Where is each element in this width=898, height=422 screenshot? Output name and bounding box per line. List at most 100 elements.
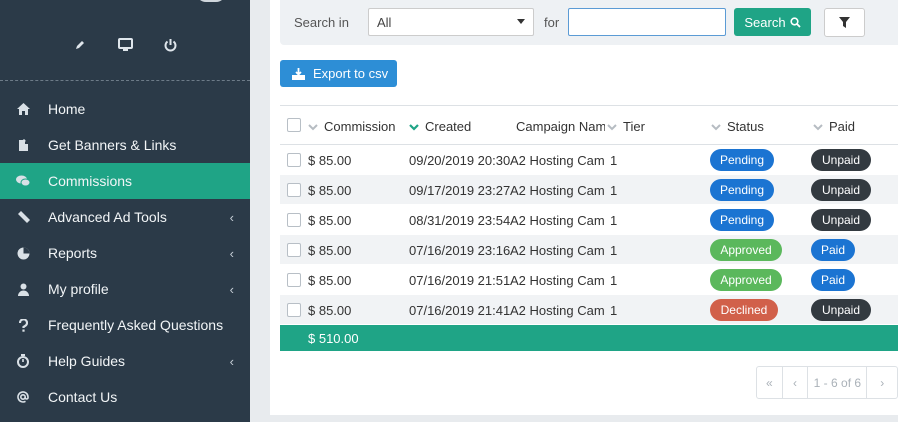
cell-created: 09/20/2019 20:30 xyxy=(409,153,511,168)
status-badge: Declined xyxy=(710,299,778,321)
for-label: for xyxy=(544,15,560,30)
row-checkbox[interactable] xyxy=(287,183,301,197)
status-badge: Approved xyxy=(710,269,782,291)
table-row: $ 85.00 08/31/2019 23:54A2 Hosting Campai… xyxy=(280,205,898,235)
search-input[interactable] xyxy=(568,8,726,36)
status-badge: Approved xyxy=(710,239,782,261)
pager-next-button[interactable]: › xyxy=(867,367,897,398)
sort-icon xyxy=(813,123,823,130)
pager-range: 1 - 6 of 6 xyxy=(808,367,868,398)
pager-first-button[interactable]: « xyxy=(757,367,783,398)
cell-commission: $ 85.00 xyxy=(308,213,352,228)
cell-tier: 1 xyxy=(610,153,618,168)
select-all-checkbox[interactable] xyxy=(287,118,301,132)
cell-campaign: A2 Hosting Campaign xyxy=(510,213,604,228)
chevron-down-icon xyxy=(517,19,525,24)
row-checkbox[interactable] xyxy=(287,243,301,257)
sidebar-item-my-profile[interactable]: My profile ‹ xyxy=(0,271,250,307)
sidebar-divider xyxy=(0,80,250,81)
cell-campaign: A2 Hosting Campaign xyxy=(510,303,604,318)
sidebar-item-commissions[interactable]: Commissions xyxy=(0,163,250,199)
cell-campaign: A2 Hosting Campaign xyxy=(510,153,604,168)
cell-created: 09/17/2019 23:27 xyxy=(409,183,511,198)
table-header: Commission Created Campaign Name Tier St… xyxy=(280,105,898,145)
header-campaign[interactable]: Campaign Name xyxy=(510,119,610,134)
at-icon xyxy=(16,390,30,404)
sidebar-item-get-banners-links[interactable]: Get Banners & Links xyxy=(0,127,250,163)
sidebar-item-label: Frequently Asked Questions xyxy=(48,317,224,333)
puzzle-icon xyxy=(16,138,30,152)
table-row: $ 85.00 09/17/2019 23:27A2 Hosting Campai… xyxy=(280,175,898,205)
sidebar-item-label: Home xyxy=(48,101,86,117)
cell-commission: $ 85.00 xyxy=(308,303,352,318)
chevron-left-icon: ‹ xyxy=(229,209,234,225)
header-created[interactable]: Created xyxy=(409,119,471,134)
cell-commission: $ 85.00 xyxy=(308,243,352,258)
total-commission: $ 510.00 xyxy=(308,331,359,346)
tools-icon xyxy=(16,210,30,224)
header-commission[interactable]: Commission xyxy=(308,119,396,134)
export-csv-label: Export to csv xyxy=(313,66,389,81)
search-icon xyxy=(789,16,801,28)
status-badge: Pending xyxy=(710,149,774,171)
chevron-left-icon: ‹ xyxy=(229,281,234,297)
sidebar-item-contact-us[interactable]: Contact Us xyxy=(0,379,250,415)
cell-tier: 1 xyxy=(610,273,618,288)
sidebar-top-icons xyxy=(0,36,250,56)
sort-icon xyxy=(711,123,721,130)
stopwatch-icon xyxy=(16,354,30,368)
download-icon xyxy=(292,67,305,80)
paid-badge: Unpaid xyxy=(811,299,871,321)
row-checkbox[interactable] xyxy=(287,213,301,227)
paid-badge: Paid xyxy=(811,269,855,291)
commissions-table: Commission Created Campaign Name Tier St… xyxy=(280,105,898,351)
status-badge: Pending xyxy=(710,209,774,231)
cell-commission: $ 85.00 xyxy=(308,153,352,168)
logo-fragment xyxy=(196,0,226,2)
sidebar: Home Get Banners & Links Commissions Advanc… xyxy=(0,0,250,422)
power-icon[interactable] xyxy=(160,36,180,54)
cell-campaign: A2 Hosting Campaign xyxy=(510,273,604,288)
search-button[interactable]: Search xyxy=(734,8,811,36)
monitor-icon[interactable] xyxy=(115,36,135,54)
sidebar-item-help-guides[interactable]: Help Guides ‹ xyxy=(0,343,250,379)
select-value: All xyxy=(377,15,392,30)
sidebar-item-label: Advanced Ad Tools xyxy=(48,209,167,225)
sidebar-item-advanced-ad-tools[interactable]: Advanced Ad Tools ‹ xyxy=(0,199,250,235)
comments-icon xyxy=(16,174,30,188)
cell-tier: 1 xyxy=(610,213,618,228)
sidebar-item-label: Get Banners & Links xyxy=(48,137,177,153)
pencil-icon[interactable] xyxy=(70,36,90,54)
sidebar-item-home[interactable]: Home xyxy=(0,91,250,127)
header-tier[interactable]: Tier xyxy=(605,119,645,134)
export-csv-button[interactable]: Export to csv xyxy=(280,60,397,87)
cell-created: 07/16/2019 21:51 xyxy=(409,273,511,288)
paid-badge: Unpaid xyxy=(811,149,871,171)
cell-tier: 1 xyxy=(610,303,618,318)
filter-button[interactable] xyxy=(824,8,865,37)
row-checkbox[interactable] xyxy=(287,303,301,317)
row-checkbox[interactable] xyxy=(287,273,301,287)
paid-badge: Paid xyxy=(811,239,855,261)
header-paid[interactable]: Paid xyxy=(813,119,855,134)
sidebar-item-label: Reports xyxy=(48,245,98,261)
row-checkbox[interactable] xyxy=(287,153,301,167)
pager-prev-button[interactable]: ‹ xyxy=(783,367,809,398)
cell-tier: 1 xyxy=(610,243,618,258)
header-status[interactable]: Status xyxy=(711,119,764,134)
sidebar-item-reports[interactable]: Reports ‹ xyxy=(0,235,250,271)
sidebar-item-label: Help Guides xyxy=(48,353,126,369)
chevron-left-icon: ‹ xyxy=(229,245,234,261)
cell-campaign: A2 Hosting Campaign xyxy=(510,183,604,198)
search-field-select[interactable]: All xyxy=(368,8,534,36)
sort-icon xyxy=(308,123,318,130)
paid-badge: Unpaid xyxy=(811,209,871,231)
main-panel: Search in All for Search Export to csv C… xyxy=(270,0,898,415)
cell-created: 07/16/2019 21:41 xyxy=(409,303,511,318)
table-row: $ 85.00 07/16/2019 21:51A2 Hosting Campai… xyxy=(280,265,898,295)
pie-chart-icon xyxy=(16,246,30,260)
cell-created: 07/16/2019 23:16 xyxy=(409,243,511,258)
cell-commission: $ 85.00 xyxy=(308,183,352,198)
sidebar-item-frequently-asked-questions[interactable]: Frequently Asked Questions xyxy=(0,307,250,343)
sidebar-item-label: My profile xyxy=(48,281,109,297)
